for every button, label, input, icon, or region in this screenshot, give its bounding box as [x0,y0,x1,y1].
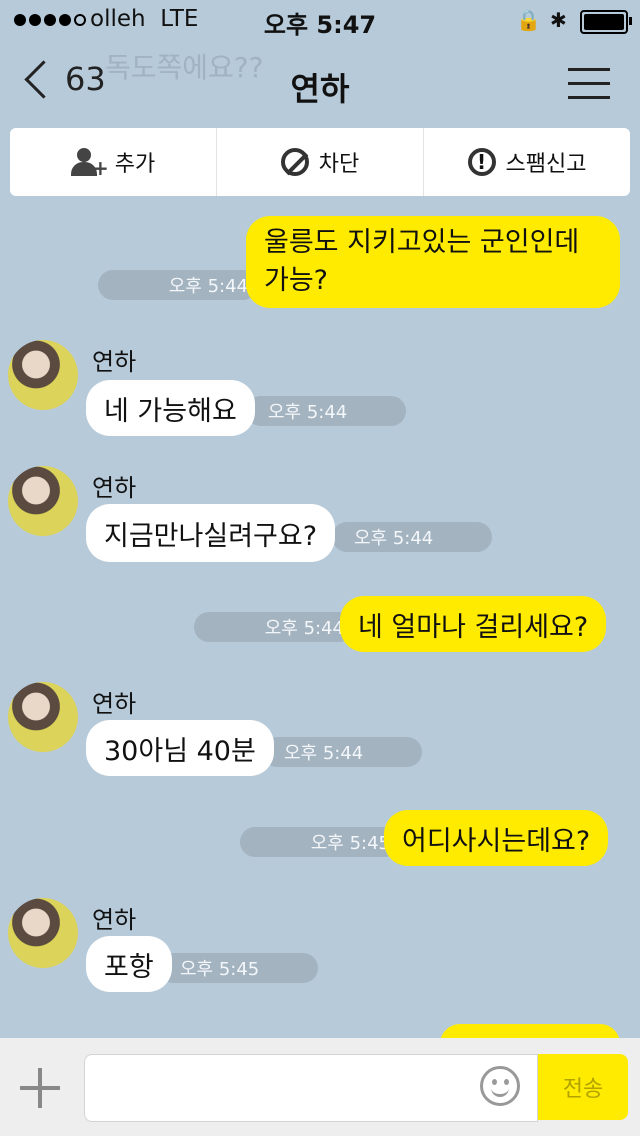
my-message-bubble[interactable]: 울릉도 지키고있는 군인인데 가능? [246,216,620,308]
sender-name: 연하 [92,474,137,502]
message-time: 오후 5:44 [98,270,258,300]
their-message-bubble[interactable]: 네 가능해요 [86,380,255,436]
message-time: 오후 5:44 [246,396,406,426]
status-bar: olleh LTE 오후 5:47 🔒 ✱ [0,0,640,40]
friend-action-bar: + 추가 차단 ! 스팸신고 [10,128,630,196]
their-message-bubble[interactable]: 지금만나실려구요? [86,504,336,562]
avatar[interactable] [8,340,78,410]
message-time: 오후 5:44 [194,612,354,642]
orientation-lock-icon: 🔒 [516,8,541,32]
battery-icon [580,10,632,34]
report-spam-button[interactable]: ! 스팸신고 [424,128,630,196]
emoticon-icon[interactable] [480,1066,520,1106]
report-icon: ! [467,148,496,176]
block-icon [280,148,309,176]
send-button[interactable]: 전송 [538,1054,628,1120]
add-friend-button[interactable]: + 추가 [10,128,217,196]
avatar[interactable] [8,898,78,968]
avatar[interactable] [8,466,78,536]
message-time: 오후 5:44 [262,737,422,767]
my-message-bubble[interactable]: 네 얼마나 걸리세요? [340,596,607,652]
message-input[interactable] [84,1054,538,1122]
their-message-bubble[interactable]: 포항 [86,936,172,992]
bluetooth-icon: ✱ [550,8,567,32]
sender-name: 연하 [92,690,137,718]
avatar[interactable] [8,682,78,752]
message-time: 오후 5:45 [240,827,400,857]
menu-button[interactable] [568,68,610,110]
message-time: 오후 5:45 [158,953,318,983]
add-friend-icon: + [70,148,109,180]
attach-plus-icon[interactable] [20,1068,60,1108]
chat-header: 63 연하 [0,48,640,118]
sender-name: 연하 [92,906,137,934]
my-message-bubble[interactable]: 어디사시는데요? [384,810,609,866]
status-clock: 오후 5:47 [263,11,377,39]
hamburger-icon [568,68,610,71]
their-message-bubble[interactable]: 30아님 40분 [86,720,274,776]
message-time: 오후 5:44 [332,522,492,552]
sender-name: 연하 [92,348,137,376]
block-button[interactable]: 차단 [217,128,424,196]
chat-title: 연하 [290,70,350,108]
